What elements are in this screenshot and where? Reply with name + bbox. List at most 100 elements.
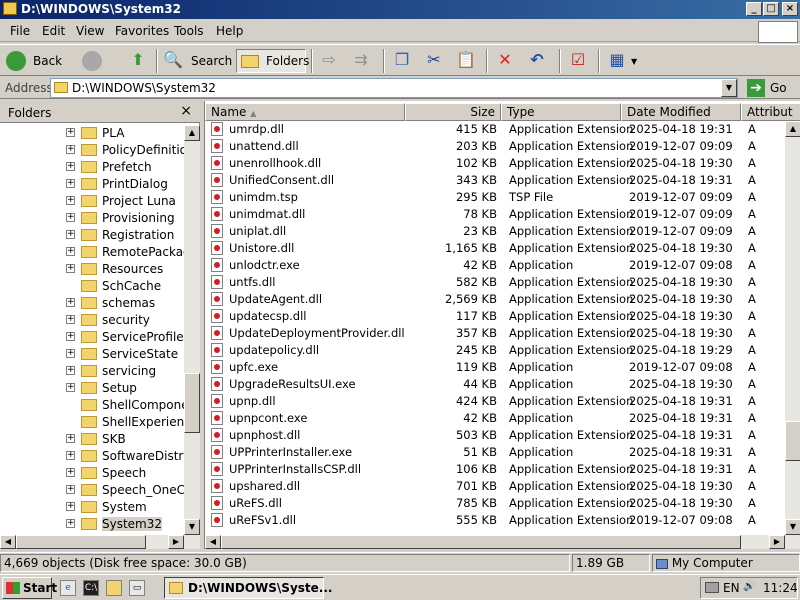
speaker-icon[interactable]: 🔊 <box>743 581 755 592</box>
tree-item[interactable]: + ServiceState <box>0 346 184 363</box>
expand-icon[interactable]: + <box>66 145 75 154</box>
scroll-down-button[interactable]: ▼ <box>785 519 800 535</box>
go-arrow-icon[interactable]: ➔ <box>747 79 765 97</box>
column-attributes[interactable]: Attribut <box>741 103 800 121</box>
file-row[interactable]: Unistore.dll 1,165 KB Application Extensio… <box>205 240 785 257</box>
file-row[interactable]: UpdateAgent.dll 2,569 KB Application Exten… <box>205 291 785 308</box>
file-row[interactable]: unenrollhook.dll 102 KB Application Extens… <box>205 155 785 172</box>
undo-icon[interactable]: ↶ <box>526 49 548 71</box>
expand-icon[interactable]: + <box>66 332 75 341</box>
column-name[interactable]: Name ▲ <box>205 103 405 121</box>
file-row[interactable]: updatepolicy.dll 245 KB Application Extens… <box>205 342 785 359</box>
maximize-button[interactable]: □ <box>763 2 779 16</box>
scroll-right-button[interactable]: ▶ <box>168 535 184 549</box>
tree-item[interactable]: + Setup <box>0 380 184 397</box>
file-row[interactable]: UPPrinterInstallsCSP.dll 106 KB Applicatio… <box>205 461 785 478</box>
expand-icon[interactable]: + <box>66 451 75 460</box>
file-row[interactable]: UpdateDeploymentProvider.dll 357 KB Applic… <box>205 325 785 342</box>
tree-item[interactable]: + System <box>0 499 184 516</box>
close-button[interactable]: × <box>782 2 798 16</box>
tree-item[interactable]: + Registration <box>0 227 184 244</box>
scroll-right-button[interactable]: ▶ <box>769 535 785 549</box>
close-icon[interactable]: × <box>180 103 192 119</box>
expand-icon[interactable]: + <box>66 468 75 477</box>
scroll-left-button[interactable]: ◀ <box>205 535 221 549</box>
menu-tools[interactable]: Tools <box>174 24 204 38</box>
tree-item[interactable]: + security <box>0 312 184 329</box>
column-size[interactable]: Size <box>405 103 501 121</box>
menu-favorites[interactable]: Favorites <box>115 24 169 38</box>
scroll-thumb[interactable] <box>221 535 741 549</box>
properties-icon[interactable]: ☑ <box>567 49 589 71</box>
expand-icon[interactable]: + <box>66 298 75 307</box>
forward-button[interactable] <box>80 49 120 73</box>
minimize-button[interactable]: _ <box>746 2 762 16</box>
expand-icon[interactable]: + <box>66 485 75 494</box>
paste-icon[interactable]: 📋 <box>455 49 477 71</box>
move-to-icon[interactable]: ⇨ <box>318 49 340 71</box>
explorer-icon[interactable] <box>106 580 122 596</box>
chevron-down-icon[interactable]: ▼ <box>631 57 637 66</box>
expand-icon[interactable]: + <box>66 247 75 256</box>
expand-icon[interactable]: + <box>66 383 75 392</box>
tree-item[interactable]: + Project Luna <box>0 193 184 210</box>
search-button[interactable]: 🔍 Search <box>162 49 232 73</box>
go-button[interactable]: Go <box>770 81 787 95</box>
expand-icon[interactable]: + <box>66 519 75 528</box>
tree-item[interactable]: + PLA <box>0 125 184 142</box>
views-icon[interactable]: ▦ <box>606 49 628 71</box>
file-row[interactable]: upfc.exe 119 KB Application 2019-12-07 09:0… <box>205 359 785 376</box>
tree-item[interactable]: + Provisioning <box>0 210 184 227</box>
file-row[interactable]: UPPrinterInstaller.exe 51 KB Application 20… <box>205 444 785 461</box>
column-date-modified[interactable]: Date Modified <box>621 103 741 121</box>
tree-item[interactable]: + PolicyDefinitions <box>0 142 184 159</box>
scroll-thumb[interactable] <box>16 535 146 549</box>
cut-icon[interactable]: ✂ <box>423 49 445 71</box>
language-indicator[interactable]: EN <box>723 581 740 595</box>
menu-view[interactable]: View <box>76 24 104 38</box>
file-list-scrollbar[interactable]: ▲ ▼ <box>785 121 800 535</box>
scroll-down-button[interactable]: ▼ <box>184 519 200 535</box>
file-row[interactable]: upnp.dll 424 KB Application Extension 2025-… <box>205 393 785 410</box>
menu-file[interactable]: File <box>10 24 30 38</box>
file-row[interactable]: umrdp.dll 415 KB Application Extension 2025… <box>205 121 785 138</box>
file-row[interactable]: untfs.dll 582 KB Application Extension 2025… <box>205 274 785 291</box>
column-type[interactable]: Type <box>501 103 621 121</box>
clock[interactable]: 11:24 <box>763 581 798 595</box>
expand-icon[interactable]: + <box>66 434 75 443</box>
file-row[interactable]: unlodctr.exe 42 KB Application 2019-12-07 0… <box>205 257 785 274</box>
expand-icon[interactable]: + <box>66 162 75 171</box>
expand-icon[interactable]: + <box>66 502 75 511</box>
scroll-left-button[interactable]: ◀ <box>0 535 16 549</box>
show-desktop-icon[interactable]: ▭ <box>129 580 145 596</box>
tree-item[interactable]: + PrintDialog <box>0 176 184 193</box>
back-button[interactable]: Back <box>4 49 76 73</box>
scroll-thumb[interactable] <box>785 421 800 461</box>
command-prompt-icon[interactable]: C:\ <box>83 580 99 596</box>
scroll-thumb[interactable] <box>184 373 200 433</box>
tree-item[interactable]: + System32 <box>0 516 184 533</box>
address-input[interactable]: D:\WINDOWS\System32 ▼ <box>50 78 738 98</box>
menu-help[interactable]: Help <box>216 24 243 38</box>
tree-item[interactable]: + RemotePackage <box>0 244 184 261</box>
file-row[interactable]: UpgradeResultsUI.exe 44 KB Application 2025… <box>205 376 785 393</box>
expand-icon[interactable]: + <box>66 315 75 324</box>
start-button[interactable]: Start <box>2 577 57 599</box>
file-row[interactable]: unattend.dll 203 KB Application Extension 2… <box>205 138 785 155</box>
expand-icon[interactable]: + <box>66 366 75 375</box>
expand-icon[interactable]: + <box>66 196 75 205</box>
tree-item[interactable]: + SKB <box>0 431 184 448</box>
tree-item[interactable]: + Speech <box>0 465 184 482</box>
menu-edit[interactable]: Edit <box>42 24 65 38</box>
tree-item[interactable]: + Speech_OneCor <box>0 482 184 499</box>
expand-icon[interactable]: + <box>66 128 75 137</box>
file-row[interactable]: upshared.dll 701 KB Application Extension 2… <box>205 478 785 495</box>
copy-icon[interactable]: ❐ <box>391 49 413 71</box>
file-row[interactable]: unimdm.tsp 295 KB TSP File 2019-12-07 09:09… <box>205 189 785 206</box>
expand-icon[interactable]: + <box>66 213 75 222</box>
file-row[interactable]: UnifiedConsent.dll 343 KB Application Exte… <box>205 172 785 189</box>
up-folder-icon[interactable]: ⬆ <box>127 49 149 71</box>
file-row[interactable]: uReFS.dll 785 KB Application Extension 2025… <box>205 495 785 512</box>
file-row[interactable]: unimdmat.dll 78 KB Application Extension 20… <box>205 206 785 223</box>
expand-icon[interactable]: + <box>66 230 75 239</box>
